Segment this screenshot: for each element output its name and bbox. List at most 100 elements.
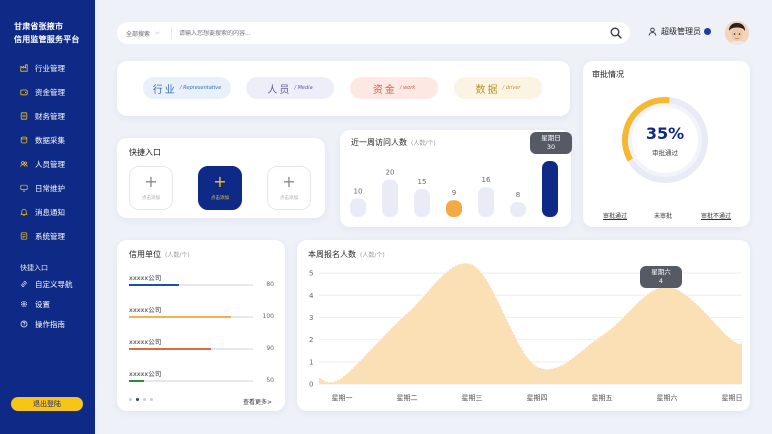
search-bar: 全部搜索 ⌵ — [117, 22, 630, 44]
verified-badge-icon — [704, 28, 711, 35]
plus-icon: + — [213, 172, 227, 191]
people-icon — [20, 160, 28, 168]
category-funds[interactable]: 资金 / work — [350, 77, 438, 99]
category-sub-label: / Representative — [179, 85, 222, 91]
visits-tooltip-day: 星期日 — [541, 134, 561, 142]
page-dot[interactable] — [129, 398, 132, 401]
category-sub-label: / driver — [502, 85, 521, 91]
weekly-signups-chart: 012345星期一 星期二 星期三 星期四 星期五 星期六 星期日 — [309, 262, 743, 402]
quick-add-button-1[interactable]: + 点击添加 — [129, 166, 173, 210]
quick-add-label: 点击添加 — [280, 196, 298, 201]
brand-line-1: 甘肃省张掖市 — [14, 22, 64, 31]
sidebar-item-people[interactable]: 人员管理 — [0, 152, 95, 176]
x-tick-label: 星期二 — [397, 394, 418, 402]
visits-bar-label: 9 — [452, 189, 456, 197]
search-input[interactable] — [172, 29, 592, 37]
sidebar-item-guide[interactable]: 操作指南 — [0, 314, 95, 334]
credit-unit-name: xxxxx公司 — [129, 370, 162, 378]
page-dot-active[interactable] — [136, 398, 139, 401]
sidebar-item-maintenance[interactable]: 日常维护 — [0, 176, 95, 200]
quick-add-button-3[interactable]: + 点击添加 — [267, 166, 311, 210]
legend-rejected[interactable]: 审批不通过 — [701, 211, 731, 220]
visits-bar-label: 8 — [516, 191, 520, 199]
credit-unit-value: 90 — [266, 345, 274, 352]
visits-bar[interactable] — [478, 187, 494, 217]
visits-bar[interactable] — [414, 189, 430, 217]
monitor-icon — [20, 184, 28, 192]
avatar[interactable] — [725, 21, 749, 45]
signups-tooltip-value: 4 — [658, 277, 664, 285]
logout-button[interactable]: 退出登陆 — [11, 397, 83, 411]
visits-bar[interactable] — [382, 179, 398, 217]
category-sub-label: / Media — [294, 85, 313, 91]
sidebar-item-system[interactable]: 系统管理 — [0, 224, 95, 248]
category-main-label: 数据 — [475, 84, 500, 96]
y-tick-label: 1 — [309, 358, 313, 366]
quick-add-label: 点击添加 — [142, 196, 160, 201]
sidebar-item-finance[interactable]: 财务管理 — [0, 104, 95, 128]
search-scope-select[interactable]: 全部搜索 ⌵ — [117, 27, 172, 39]
approval-title: 审批情况 — [592, 70, 624, 79]
sidebar-item-funds[interactable]: 资金管理 — [0, 80, 95, 104]
sidebar: 甘肃省张掖市 信用监管服务平台 行业管理 资金管理 财务管理 数据采集 人员管理… — [0, 0, 95, 434]
search-scope-label: 全部搜索 — [126, 30, 151, 38]
x-tick-label: 星期日 — [722, 394, 743, 402]
page-dot[interactable] — [143, 398, 146, 401]
x-tick-label: 星期六 — [657, 393, 678, 402]
sidebar-item-settings[interactable]: 设置 — [0, 294, 95, 314]
credit-unit-name: xxxxx公司 — [129, 306, 162, 314]
industry-icon — [20, 64, 28, 72]
x-tick-label: 星期四 — [527, 394, 548, 402]
sidebar-item-label: 人员管理 — [35, 159, 65, 169]
visits-bar[interactable] — [446, 200, 462, 217]
user-name: 超级管理员 — [661, 27, 701, 36]
legend-approved[interactable]: 审批通过 — [603, 211, 627, 220]
y-tick-label: 2 — [309, 336, 313, 344]
quick-nav: 自定义导航 设置 操作指南 — [0, 274, 95, 334]
sidebar-item-label: 日常维护 — [35, 183, 65, 193]
sidebar-item-industry[interactable]: 行业管理 — [0, 56, 95, 80]
x-tick-label: 星期一 — [332, 394, 353, 402]
sidebar-item-label: 自定义导航 — [35, 279, 73, 289]
credit-unit-row[interactable]: xxxxx公司 100 — [129, 304, 274, 320]
credit-units-unit: (人数/个) — [165, 252, 190, 259]
x-tick-label: 星期三 — [462, 394, 483, 402]
sidebar-item-messages[interactable]: 消息通知 — [0, 200, 95, 224]
avatar-image — [725, 21, 749, 45]
category-data[interactable]: 数据 / driver — [454, 77, 542, 99]
sidebar-item-custom-nav[interactable]: 自定义导航 — [0, 274, 95, 294]
credit-unit-row[interactable]: xxxxx公司 50 — [129, 368, 274, 384]
user-menu[interactable]: 超级管理员 — [648, 26, 711, 37]
credit-unit-progress — [129, 316, 253, 318]
category-industry[interactable]: 行业 / Representative — [143, 77, 231, 99]
y-tick-label: 3 — [309, 314, 313, 322]
chevron-down-icon: ⌵ — [155, 29, 160, 36]
data-icon — [20, 136, 28, 144]
sidebar-item-label: 财务管理 — [35, 111, 65, 121]
plus-icon: + — [144, 172, 158, 191]
legend-pending[interactable]: 未审批 — [654, 211, 672, 220]
view-more-link[interactable]: 查看更多> — [243, 397, 272, 406]
sidebar-item-label: 数据采集 — [35, 135, 65, 145]
credit-units-title: 信用单位 (人数/个) — [129, 249, 190, 260]
sidebar-item-data[interactable]: 数据采集 — [0, 128, 95, 152]
signups-tooltip-day: 星期六 — [651, 268, 671, 276]
visits-bar-label: 16 — [482, 176, 491, 184]
visits-bar[interactable] — [510, 202, 526, 217]
visits-tooltip: 星期日 30 — [530, 132, 572, 154]
credit-unit-row[interactable]: xxxxx公司 90 — [129, 336, 274, 352]
search-icon[interactable] — [610, 27, 622, 39]
category-people[interactable]: 人员 / Media — [246, 77, 334, 99]
credit-unit-progress-fill — [129, 380, 144, 382]
sidebar-item-label: 消息通知 — [35, 207, 65, 217]
gear-icon — [20, 300, 28, 308]
visits-bar[interactable] — [350, 198, 366, 217]
page-dot[interactable] — [150, 398, 153, 401]
quick-add-button-2[interactable]: + 点击添加 — [198, 166, 242, 210]
credit-unit-value: 50 — [266, 377, 274, 384]
visits-bar[interactable] — [542, 161, 558, 217]
approval-percent: 35% — [645, 124, 685, 143]
user-icon — [648, 27, 657, 36]
credit-unit-row[interactable]: xxxxx公司 80 — [129, 272, 274, 288]
plus-icon: + — [282, 172, 296, 191]
